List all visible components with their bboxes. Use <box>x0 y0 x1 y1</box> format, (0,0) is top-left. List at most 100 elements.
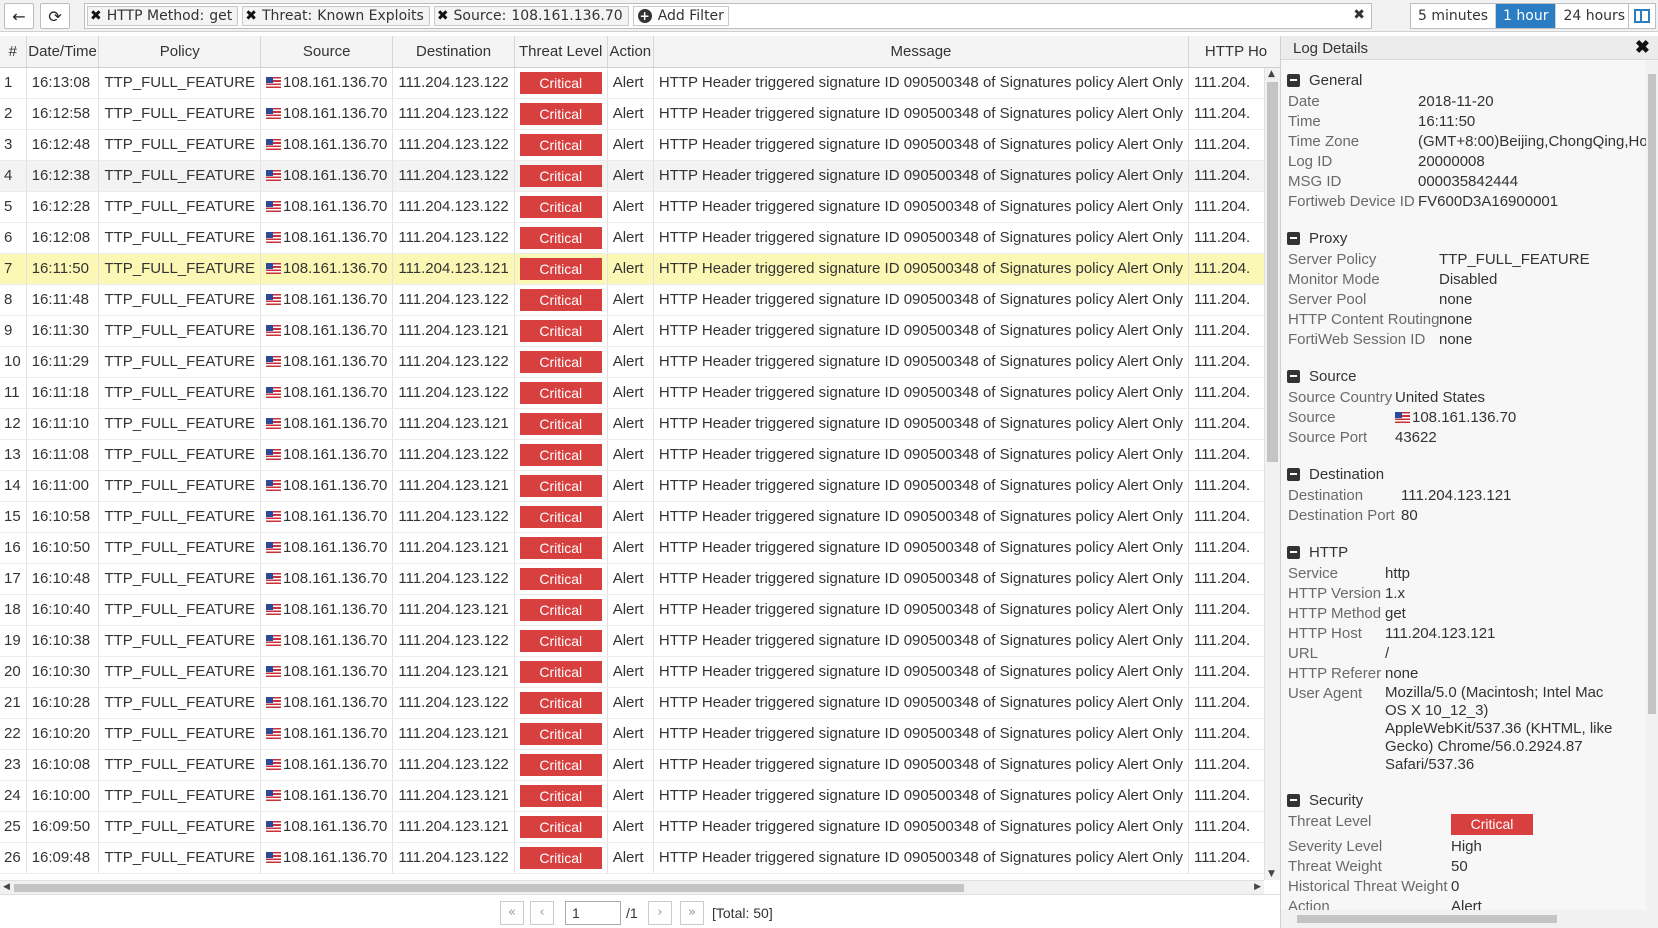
refresh-button[interactable]: ⟳ <box>40 3 70 29</box>
table-row[interactable]: 10 16:11:29 TTP_FULL_FEATURE 108.161.136.70… <box>0 346 1284 378</box>
table-row[interactable]: 26 16:09:48 TTP_FULL_FEATURE 108.161.136.70… <box>0 842 1284 874</box>
prev-page-button[interactable]: ‹ <box>530 901 554 925</box>
time-range-option[interactable]: 5 minutes <box>1411 4 1497 28</box>
table-row[interactable]: 9 16:11:30 TTP_FULL_FEATURE 108.161.136.70 1… <box>0 315 1284 347</box>
row-threat-level: Critical <box>514 98 608 130</box>
add-filter-button[interactable]: + Add Filter <box>632 6 729 26</box>
table-row[interactable]: 1 16:13:08 TTP_FULL_FEATURE 108.161.136.70 1… <box>0 67 1284 99</box>
column-header[interactable]: Date/Time <box>26 36 100 68</box>
table-row[interactable]: 2 16:12:58 TTP_FULL_FEATURE 108.161.136.70 1… <box>0 98 1284 130</box>
section-header[interactable]: Source <box>1287 364 1658 388</box>
layout-toggle-button[interactable] <box>1628 3 1656 29</box>
detail-row: Server Policy TTP_FULL_FEATURE <box>1287 250 1658 270</box>
next-page-button[interactable]: › <box>648 901 672 925</box>
scroll-up-icon[interactable]: ▲ <box>1268 69 1275 79</box>
column-header[interactable]: HTTP Ho <box>1188 36 1284 68</box>
row-datetime: 16:12:28 <box>26 191 100 223</box>
column-header[interactable]: Policy <box>98 36 262 68</box>
table-row[interactable]: 25 16:09:50 TTP_FULL_FEATURE 108.161.136.70… <box>0 811 1284 843</box>
table-row[interactable]: 21 16:10:28 TTP_FULL_FEATURE 108.161.136.70… <box>0 687 1284 719</box>
refresh-icon: ⟳ <box>48 6 62 26</box>
table-row[interactable]: 17 16:10:48 TTP_FULL_FEATURE 108.161.136.70… <box>0 563 1284 595</box>
table-row[interactable]: 20 16:10:30 TTP_FULL_FEATURE 108.161.136.70… <box>0 656 1284 688</box>
column-header[interactable]: # <box>0 36 27 68</box>
section-header[interactable]: Destination <box>1287 462 1658 486</box>
collapse-icon[interactable] <box>1287 369 1300 383</box>
clear-filters-icon[interactable]: ✖ <box>1353 7 1365 23</box>
table-row[interactable]: 19 16:10:38 TTP_FULL_FEATURE 108.161.136.70… <box>0 625 1284 657</box>
table-row[interactable]: 23 16:10:08 TTP_FULL_FEATURE 108.161.136.70… <box>0 749 1284 781</box>
panel-horizontal-scrollbar[interactable] <box>1281 910 1647 928</box>
table-row[interactable]: 14 16:11:00 TTP_FULL_FEATURE 108.161.136.70… <box>0 470 1284 502</box>
remove-filter-icon[interactable]: ✖ <box>245 8 257 24</box>
critical-badge: Critical <box>519 722 602 745</box>
section-header[interactable]: Security <box>1287 788 1658 812</box>
us-flag-icon <box>266 480 282 491</box>
scrollbar-thumb[interactable] <box>14 884 964 892</box>
table-row[interactable]: 15 16:10:58 TTP_FULL_FEATURE 108.161.136.70… <box>0 501 1284 533</box>
panel-vertical-scrollbar[interactable] <box>1646 60 1658 928</box>
detail-value: none <box>1439 331 1473 348</box>
section-header[interactable]: Proxy <box>1287 226 1658 250</box>
row-datetime: 16:10:08 <box>26 749 100 781</box>
row-action: Alert <box>607 749 654 781</box>
column-header[interactable]: Message <box>653 36 1190 68</box>
table-row[interactable]: 5 16:12:28 TTP_FULL_FEATURE 108.161.136.70 1… <box>0 191 1284 223</box>
filter-chip[interactable]: ✖ HTTP Method: get <box>87 6 239 26</box>
collapse-icon[interactable] <box>1287 545 1300 559</box>
section-header[interactable]: HTTP <box>1287 540 1658 564</box>
time-range-option[interactable]: 24 hours <box>1556 4 1634 28</box>
filter-bar[interactable]: ✖ HTTP Method: get ✖ Threat: Known Exploits ✖ S… <box>84 3 1372 29</box>
row-source: 108.161.136.70 <box>260 718 394 750</box>
table-row[interactable]: 3 16:12:48 TTP_FULL_FEATURE 108.161.136.70 1… <box>0 129 1284 161</box>
column-header[interactable]: Threat Level <box>514 36 608 68</box>
table-row[interactable]: 22 16:10:20 TTP_FULL_FEATURE 108.161.136.70… <box>0 718 1284 750</box>
page-number-input[interactable] <box>565 901 621 925</box>
collapse-icon[interactable] <box>1287 73 1300 87</box>
log-viewer: ← ⟳ ✖ HTTP Method: get ✖ Threat: Known Exploi… <box>0 0 1658 928</box>
critical-badge: Critical <box>519 102 602 125</box>
table-row[interactable]: 7 16:11:50 TTP_FULL_FEATURE 108.161.136.70 1… <box>0 253 1284 285</box>
scroll-down-icon[interactable]: ▼ <box>1268 869 1275 879</box>
scroll-right-icon[interactable]: ▶ <box>1254 882 1261 892</box>
table-row[interactable]: 4 16:12:38 TTP_FULL_FEATURE 108.161.136.70 1… <box>0 160 1284 192</box>
row-number: 4 <box>0 160 27 192</box>
first-page-button[interactable]: « <box>500 901 524 925</box>
critical-badge: Critical <box>519 784 602 807</box>
collapse-icon[interactable] <box>1287 467 1300 481</box>
column-header[interactable]: Action <box>607 36 654 68</box>
table-row[interactable]: 11 16:11:18 TTP_FULL_FEATURE 108.161.136.70… <box>0 377 1284 409</box>
filter-chip[interactable]: ✖ Threat: Known Exploits <box>242 6 430 26</box>
scrollbar-thumb[interactable] <box>1267 82 1278 462</box>
close-icon[interactable]: ✖ <box>1635 37 1650 58</box>
column-header[interactable]: Destination <box>392 36 515 68</box>
source-ip: 108.161.136.70 <box>283 198 388 215</box>
back-button[interactable]: ← <box>4 3 34 29</box>
column-header[interactable]: Source <box>260 36 394 68</box>
collapse-icon[interactable] <box>1287 793 1300 807</box>
collapse-icon[interactable] <box>1287 231 1300 245</box>
scrollbar-thumb[interactable] <box>1648 74 1656 714</box>
us-flag-icon <box>266 511 282 522</box>
row-datetime: 16:12:58 <box>26 98 100 130</box>
table-row[interactable]: 13 16:11:08 TTP_FULL_FEATURE 108.161.136.70… <box>0 439 1284 471</box>
scrollbar-thumb[interactable] <box>1297 915 1557 923</box>
table-row[interactable]: 24 16:10:00 TTP_FULL_FEATURE 108.161.136.70… <box>0 780 1284 812</box>
table-horizontal-scrollbar[interactable]: ◀ ▶ <box>0 880 1264 894</box>
row-message: HTTP Header triggered signature ID 09050… <box>653 129 1190 161</box>
scroll-left-icon[interactable]: ◀ <box>3 882 10 892</box>
table-row[interactable]: 6 16:12:08 TTP_FULL_FEATURE 108.161.136.70 1… <box>0 222 1284 254</box>
table-row[interactable]: 16 16:10:50 TTP_FULL_FEATURE 108.161.136.70… <box>0 532 1284 564</box>
filter-chip[interactable]: ✖ Source: 108.161.136.70 <box>433 6 629 26</box>
row-source: 108.161.136.70 <box>260 501 394 533</box>
table-row[interactable]: 8 16:11:48 TTP_FULL_FEATURE 108.161.136.70 1… <box>0 284 1284 316</box>
table-row[interactable]: 18 16:10:40 TTP_FULL_FEATURE 108.161.136.70… <box>0 594 1284 626</box>
section-header[interactable]: General <box>1287 68 1658 92</box>
time-range-option[interactable]: 1 hour <box>1496 4 1557 28</box>
table-row[interactable]: 12 16:11:10 TTP_FULL_FEATURE 108.161.136.70… <box>0 408 1284 440</box>
row-destination: 111.204.123.121 <box>392 718 515 750</box>
remove-filter-icon[interactable]: ✖ <box>437 8 449 24</box>
remove-filter-icon[interactable]: ✖ <box>90 8 102 24</box>
table-vertical-scrollbar[interactable]: ▲ ▼ <box>1264 68 1280 880</box>
last-page-button[interactable]: » <box>680 901 704 925</box>
